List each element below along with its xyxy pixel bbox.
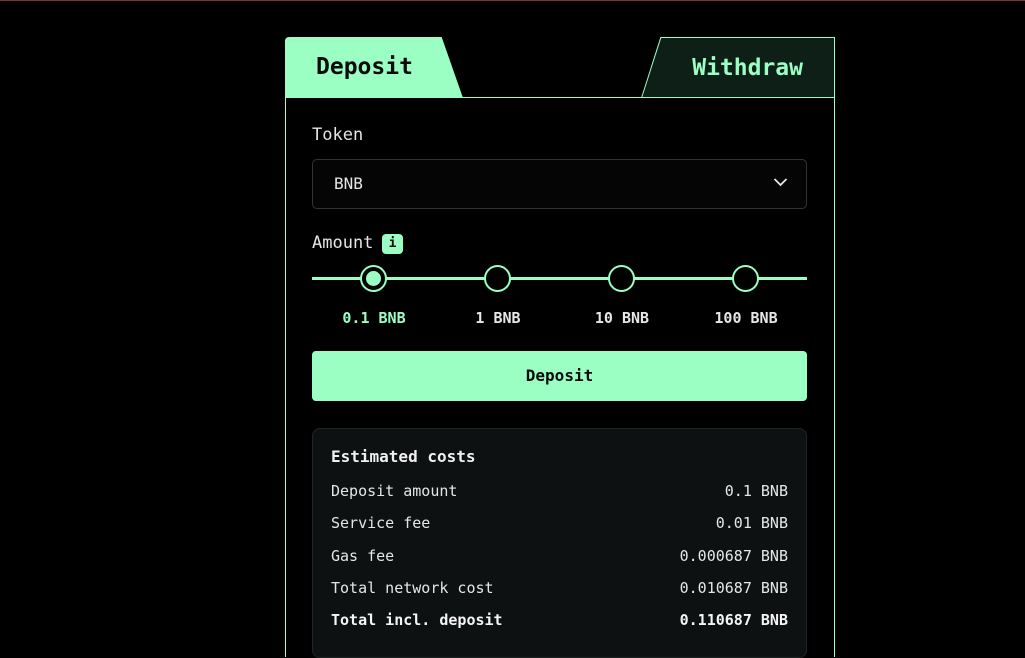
top-divider <box>0 0 1025 1</box>
tab-withdraw-label: Withdraw <box>692 55 803 81</box>
cost-row-service-fee: Service fee 0.01 BNB <box>331 514 788 534</box>
amount-option-0[interactable]: 0.1 BNB <box>314 309 434 327</box>
cost-value: 0.01 BNB <box>715 514 788 532</box>
chevron-down-icon <box>773 178 788 187</box>
estimated-costs-panel: Estimated costs Deposit amount 0.1 BNB S… <box>312 428 807 658</box>
amount-option-1[interactable]: 1 BNB <box>438 309 558 327</box>
cost-row-network-cost: Total network cost 0.010687 BNB <box>331 579 788 599</box>
cost-label: Total network cost <box>331 579 494 597</box>
amount-stop-1[interactable] <box>484 265 511 292</box>
token-label: Token <box>312 125 364 145</box>
cost-label: Total incl. deposit <box>331 611 503 629</box>
amount-label: Amount <box>312 233 374 253</box>
amount-option-2[interactable]: 10 BNB <box>562 309 682 327</box>
costs-title: Estimated costs <box>331 447 476 466</box>
tab-withdraw[interactable]: Withdraw <box>641 37 835 98</box>
amount-stop-2[interactable] <box>608 265 635 292</box>
info-icon[interactable]: i <box>382 234 403 254</box>
cost-value: 0.000687 BNB <box>679 547 788 565</box>
deposit-button[interactable]: Deposit <box>312 351 807 401</box>
tab-deposit-label: Deposit <box>316 54 413 80</box>
cost-value: 0.010687 BNB <box>679 579 788 597</box>
cost-value: 0.110687 BNB <box>679 611 788 629</box>
cost-row-total: Total incl. deposit 0.110687 BNB <box>331 611 788 631</box>
token-select-value: BNB <box>334 174 363 193</box>
token-select[interactable]: BNB <box>312 159 807 209</box>
cost-label: Service fee <box>331 514 431 532</box>
amount-option-3[interactable]: 100 BNB <box>686 309 806 327</box>
amount-stop-3[interactable] <box>732 265 759 292</box>
cost-label: Deposit amount <box>331 482 458 500</box>
tab-deposit[interactable]: Deposit <box>285 37 463 98</box>
cost-label: Gas fee <box>331 547 395 565</box>
amount-stop-0[interactable] <box>360 265 387 292</box>
cost-row-gas-fee: Gas fee 0.000687 BNB <box>331 547 788 567</box>
cost-row-deposit-amount: Deposit amount 0.1 BNB <box>331 482 788 502</box>
cost-value: 0.1 BNB <box>724 482 788 500</box>
